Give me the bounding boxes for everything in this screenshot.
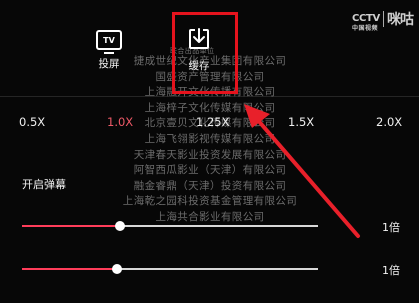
tv-icon-text: TV <box>103 35 115 45</box>
danmaku-slider-1[interactable] <box>22 221 318 231</box>
credit-line: 天津春天影业投资发展有限公司 <box>133 148 287 161</box>
screencast-label: 投屏 <box>98 58 120 70</box>
credit-line: 上海乾之园科投资基金管理有限公司 <box>122 195 298 208</box>
slider-thumb[interactable] <box>111 264 122 274</box>
slider-value-1: 1倍 <box>382 221 400 234</box>
speed-option-0-5x[interactable]: 0.5X <box>19 115 45 129</box>
credit-line: 融金睿鼎（天津）投资有限公司 <box>133 179 287 192</box>
speed-option-1-25x[interactable]: 1.25X <box>196 115 229 129</box>
slider-fill <box>22 225 120 227</box>
slider-thumb[interactable] <box>114 221 125 231</box>
player-settings-screen: 联合出品单位 捷成世纪文化产业集团有限公司 国盛资产管理有限公司 上海融开文化传… <box>0 0 419 303</box>
slider-fill <box>22 268 117 270</box>
highlight-box <box>172 12 238 94</box>
danmaku-toggle-label[interactable]: 开启弹幕 <box>22 176 66 192</box>
migu-logo: 咪咕 <box>387 12 414 28</box>
playback-speed-row: 0.5X 1.0X 1.25X 1.5X 2.0X <box>0 96 419 145</box>
cctv-logo: CCTV 中国视频 <box>351 6 380 33</box>
speed-option-1-0x[interactable]: 1.0X <box>107 115 133 129</box>
speed-option-2-0x[interactable]: 2.0X <box>376 115 402 129</box>
channel-watermark: CCTV 中国视频 咪咕 <box>351 6 414 33</box>
screencast-button[interactable]: TV 投屏 <box>96 30 122 71</box>
danmaku-slider-2[interactable] <box>22 264 318 274</box>
tv-icon: TV <box>96 30 122 54</box>
slider-value-2: 1倍 <box>382 264 400 277</box>
speed-option-1-5x[interactable]: 1.5X <box>288 115 314 129</box>
credit-line: 上海共合影业有限公司 <box>155 210 265 223</box>
watermark-divider <box>383 11 384 27</box>
cctv-logo-text: CCTV <box>351 13 380 24</box>
credit-line: 阿智西瓜影业（天津）有限公司 <box>133 164 287 177</box>
cctv-logo-subtext: 中国视频 <box>351 25 378 32</box>
